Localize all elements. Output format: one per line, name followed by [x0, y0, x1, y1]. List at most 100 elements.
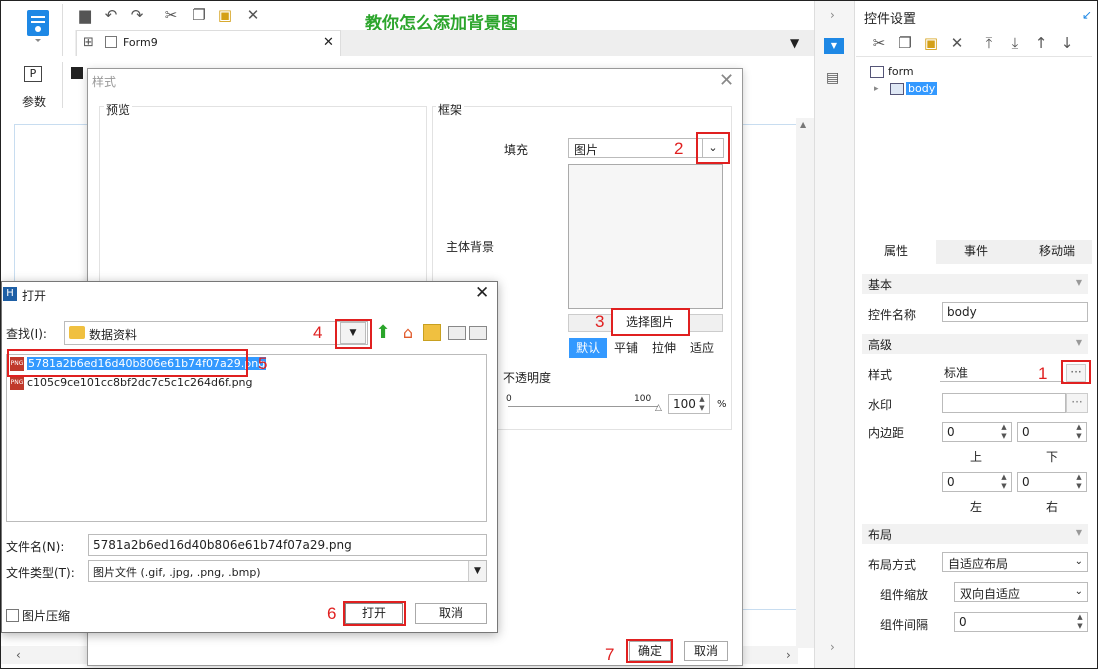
move-up-icon[interactable]: ↑: [1032, 34, 1050, 52]
padding-bottom-spinner[interactable]: 0 ▲ ▼: [1017, 422, 1087, 442]
chevron-down-icon[interactable]: ▼: [468, 561, 486, 581]
form-icon: [105, 36, 117, 48]
move-bottom-icon[interactable]: ⤓: [1006, 34, 1024, 52]
section-basic[interactable]: 基本 ▼: [862, 274, 1088, 294]
tab-close-icon[interactable]: ✕: [323, 35, 334, 50]
slider-thumb-icon[interactable]: △: [655, 403, 662, 413]
new-folder-icon[interactable]: [423, 324, 441, 341]
hscroll-right-icon[interactable]: ›: [786, 648, 791, 662]
filename-input[interactable]: 5781a2b6ed16d40b806e61b74f07a29.png: [88, 534, 487, 556]
image-preview-box: [568, 164, 723, 309]
spin-down-icon[interactable]: ▼: [998, 432, 1010, 441]
spin-down-icon[interactable]: ▼: [1073, 432, 1085, 441]
up-folder-icon[interactable]: ⬆: [373, 323, 393, 343]
cut-icon[interactable]: ✂: [162, 6, 180, 24]
watermark-more-button[interactable]: ···: [1066, 393, 1088, 413]
scale-select[interactable]: 双向自适应 ⌄: [954, 582, 1088, 602]
bg-label: 主体背景: [446, 240, 495, 254]
opacity-spinner[interactable]: 100 ▲ ▼: [668, 394, 710, 414]
tab-form9[interactable]: ⊞ Form9 ✕: [76, 30, 341, 56]
tree-expand-icon[interactable]: ▸: [874, 84, 879, 94]
scroll-up-icon[interactable]: ▲: [800, 120, 806, 129]
top-caption: 上: [970, 450, 983, 464]
annotation-box-7: [626, 639, 673, 663]
tab-label: Form9: [123, 36, 158, 49]
param-icon[interactable]: P: [24, 66, 42, 82]
style-dialog-title: 样式: [92, 75, 117, 89]
home-icon[interactable]: ⌂: [398, 323, 418, 343]
name-value: body: [947, 305, 977, 319]
spin-down-icon[interactable]: ▼: [696, 404, 708, 413]
spin-up-icon[interactable]: ▲: [1073, 423, 1085, 432]
widget-icon[interactable]: [71, 67, 83, 79]
collapse-icon: ▼: [1075, 278, 1082, 287]
pad-right-value: 0: [1022, 475, 1030, 489]
redo-icon[interactable]: ↷: [128, 6, 146, 24]
side-arrow-icon[interactable]: ›: [830, 640, 835, 654]
delete-icon[interactable]: ✕: [948, 34, 966, 52]
move-down-icon[interactable]: ↓: [1058, 34, 1076, 52]
copy-icon[interactable]: ❐: [190, 6, 208, 24]
undo-icon[interactable]: ↶: [102, 6, 120, 24]
filetype-select[interactable]: 图片文件 (.gif, .jpg, .png, .bmp) ▼: [88, 560, 487, 582]
params-label[interactable]: 参数: [22, 93, 46, 110]
open-cancel-button[interactable]: 取消: [415, 603, 487, 624]
spin-up-icon[interactable]: ▲: [1073, 473, 1085, 482]
copy-icon[interactable]: ❐: [896, 34, 914, 52]
save-icon[interactable]: ▆: [76, 6, 94, 24]
frame-label: 框架: [436, 101, 465, 118]
spin-up-icon[interactable]: ▲: [696, 395, 708, 404]
watermark-input[interactable]: [942, 393, 1066, 413]
padding-left-spinner[interactable]: 0 ▲ ▼: [942, 472, 1012, 492]
hscroll-left-icon[interactable]: ‹: [16, 648, 21, 662]
section-layout[interactable]: 布局 ▼: [862, 524, 1088, 544]
paste-icon[interactable]: ▣: [216, 6, 234, 24]
mode-tile[interactable]: 平铺: [607, 338, 645, 358]
spin-up-icon[interactable]: ▲: [998, 473, 1010, 482]
layout-icon[interactable]: ▤: [826, 70, 839, 86]
mode-fit[interactable]: 适应: [683, 338, 721, 358]
spin-up-icon[interactable]: ▲: [1074, 613, 1086, 622]
fill-value: 图片: [574, 143, 599, 157]
tab-properties[interactable]: 属性: [856, 240, 936, 264]
panel-toggle-icon[interactable]: ▼: [824, 38, 844, 54]
tab-events[interactable]: 事件: [936, 240, 1016, 264]
layout-mode-select[interactable]: 自适应布局 ⌄: [942, 552, 1088, 572]
padding-top-spinner[interactable]: 0 ▲ ▼: [942, 422, 1012, 442]
opacity-value: 100: [673, 397, 696, 411]
pin-icon[interactable]: ↙: [1082, 8, 1092, 22]
compress-checkbox[interactable]: [6, 609, 19, 622]
tree-child[interactable]: body: [906, 82, 938, 95]
bottom-caption: 下: [1046, 450, 1059, 464]
chevron-down-icon: ⌄: [1074, 586, 1083, 597]
gap-spinner[interactable]: 0 ▲ ▼: [954, 612, 1088, 632]
spin-down-icon[interactable]: ▼: [1073, 482, 1085, 491]
annotation-box-6: [343, 601, 406, 626]
file-item[interactable]: PNG c105c9ce101cc8bf2dc7c5c1c264d6f.png: [8, 376, 253, 391]
spin-up-icon[interactable]: ▲: [998, 423, 1010, 432]
section-advanced[interactable]: 高级 ▼: [862, 334, 1088, 354]
spin-down-icon[interactable]: ▼: [1074, 622, 1086, 631]
delete-icon[interactable]: ✕: [244, 6, 262, 24]
list-view-icon[interactable]: [448, 326, 466, 340]
mode-default[interactable]: 默认: [569, 338, 607, 358]
move-top-icon[interactable]: ⤒: [980, 34, 998, 52]
name-input[interactable]: body: [942, 302, 1088, 322]
tab-mobile[interactable]: 移动端: [1016, 240, 1098, 264]
cancel-button[interactable]: 取消: [684, 641, 728, 661]
tab-menu-icon[interactable]: ▼: [790, 36, 799, 50]
layout-mode-value: 自适应布局: [948, 557, 1009, 571]
padding-right-spinner[interactable]: 0 ▲ ▼: [1017, 472, 1087, 492]
spin-down-icon[interactable]: ▼: [998, 482, 1010, 491]
collapse-arrow-icon[interactable]: ›: [830, 8, 835, 22]
app-logo-button[interactable]: [24, 8, 52, 42]
mode-stretch[interactable]: 拉伸: [645, 338, 683, 358]
opacity-slider-track[interactable]: [508, 406, 658, 407]
open-dialog-close-icon[interactable]: ✕: [475, 283, 489, 303]
paste-icon[interactable]: ▣: [922, 34, 940, 52]
section-basic-label: 基本: [868, 278, 893, 292]
cut-icon[interactable]: ✂: [870, 34, 888, 52]
style-dialog-close-icon[interactable]: ✕: [719, 70, 734, 91]
tree-root[interactable]: form: [888, 65, 914, 78]
details-view-icon[interactable]: [469, 326, 487, 340]
